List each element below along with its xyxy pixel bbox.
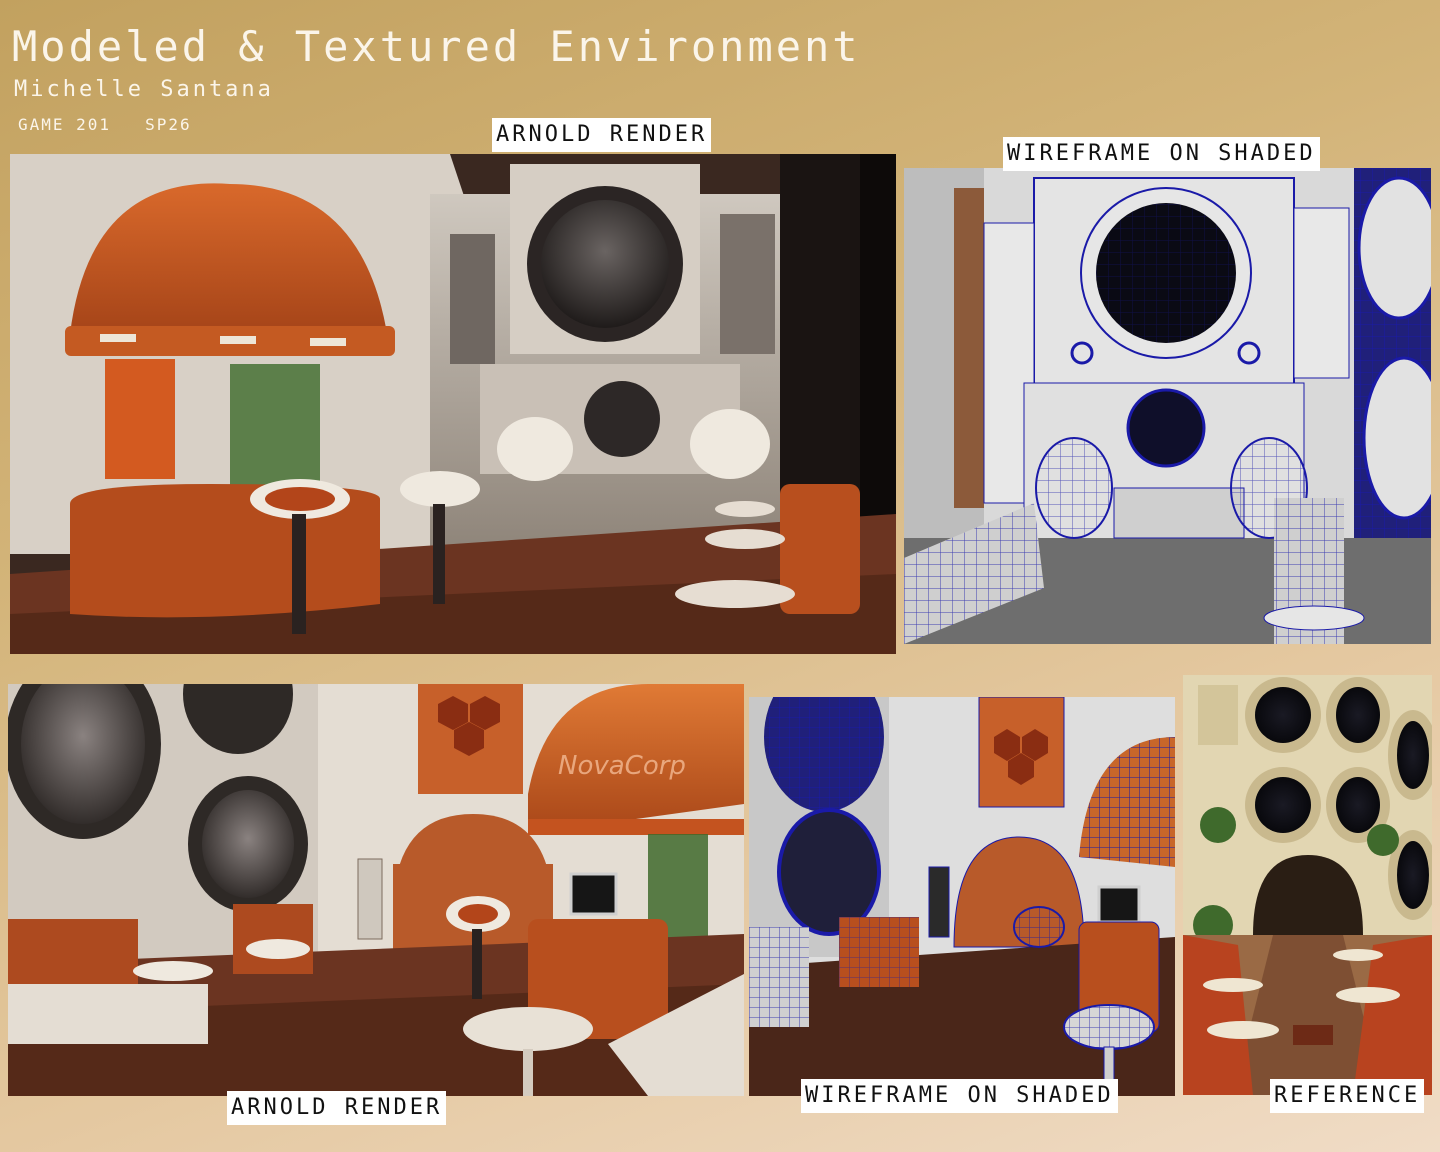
render-wireframe-bottom xyxy=(749,697,1175,1096)
label-wireframe-bottom: WIREFRAME ON SHADED xyxy=(801,1079,1118,1113)
page-title: Modeled & Textured Environment xyxy=(12,22,861,71)
course-code: GAME 201 xyxy=(18,115,112,134)
render-arnold-bottom: NovaCorp xyxy=(8,684,744,1096)
label-wireframe-top: WIREFRAME ON SHADED xyxy=(1003,137,1320,171)
label-arnold-render-top: ARNOLD RENDER xyxy=(492,118,712,152)
label-arnold-render-bottom: ARNOLD RENDER xyxy=(227,1091,447,1125)
course-term: SP26 xyxy=(145,115,192,134)
course-info: GAME 201 SP26 xyxy=(18,115,192,134)
label-reference: REFERENCE xyxy=(1270,1079,1425,1113)
novacorp-sign: NovaCorp xyxy=(558,751,686,781)
render-arnold-top xyxy=(10,154,896,654)
render-wireframe-top xyxy=(904,168,1431,644)
author-name: Michelle Santana xyxy=(14,77,274,102)
reference-image xyxy=(1183,675,1432,1095)
